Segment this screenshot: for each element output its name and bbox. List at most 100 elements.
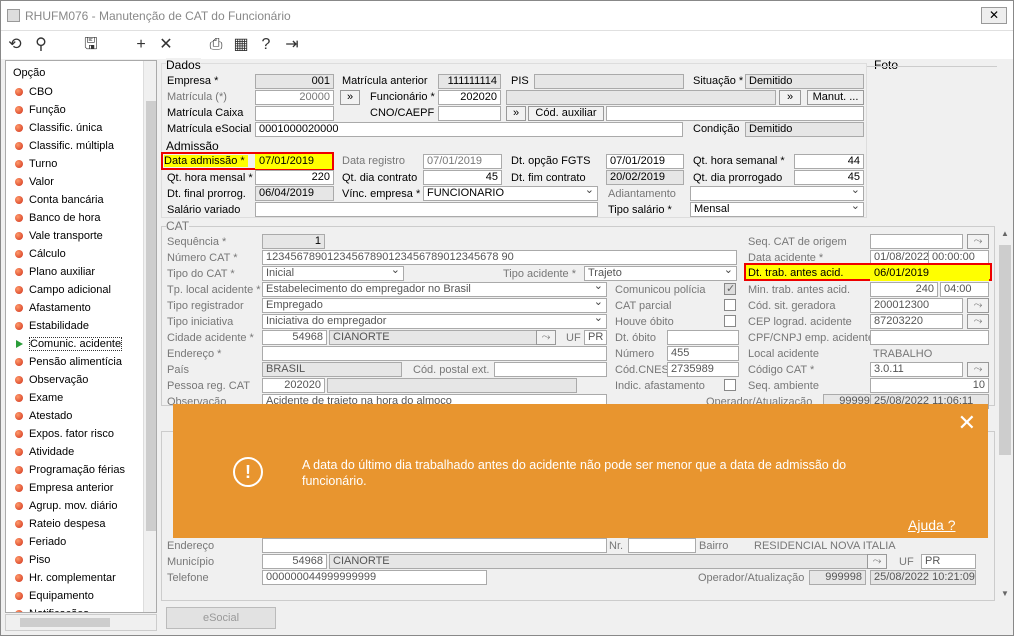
tipo-iniciativa-select[interactable]: Iniciativa do empregador <box>262 314 607 329</box>
qt-dia-contrato-field[interactable]: 45 <box>423 170 502 185</box>
sidebar-item[interactable]: Expos. fator risco <box>6 425 156 443</box>
seq-origem-lookup-icon[interactable]: ⤳ <box>967 234 989 249</box>
houve-obito-checkbox[interactable] <box>724 315 736 327</box>
funcionario-name-field[interactable] <box>506 90 776 105</box>
tipo-cat-select[interactable]: Inicial <box>262 266 404 281</box>
sidebar-item[interactable]: Programação férias <box>6 461 156 479</box>
matricula-field[interactable]: 20000 <box>255 90 334 105</box>
save-icon[interactable]: 🖫 <box>81 35 101 55</box>
tp-local-select[interactable]: Estabelecimento do empregador no Brasil <box>262 282 607 297</box>
dt-final-prorrog-field[interactable]: 06/04/2019 <box>255 186 334 201</box>
sidebar-item[interactable]: Feriado <box>6 533 156 551</box>
min-hora-field[interactable]: 04:00 <box>940 282 989 297</box>
situacao-field[interactable]: Demitido <box>745 74 864 89</box>
sidebar-item[interactable]: Cálculo <box>6 245 156 263</box>
data-admissao-field[interactable]: 07/01/2019 <box>255 154 332 169</box>
cep-field[interactable]: 87203220 <box>870 314 963 329</box>
cod-auxiliar-field[interactable] <box>606 106 864 121</box>
numero-cat-field[interactable]: 12345678901234567890123456789012345678 9… <box>262 250 737 265</box>
sidebar-item[interactable]: Pensão alimentícia <box>6 353 156 371</box>
pais-field[interactable]: BRASIL <box>262 362 402 377</box>
sidebar-item[interactable]: Banco de hora <box>6 209 156 227</box>
exit-icon[interactable]: ⇥ <box>282 35 302 55</box>
funcionario-lookup-button[interactable]: » <box>779 90 801 105</box>
main-scrollbar[interactable]: ▲ ▼ <box>997 225 1013 605</box>
print-icon[interactable]: ⎙ <box>206 35 226 55</box>
dt-trab-field[interactable]: 06/01/2019 <box>870 266 989 281</box>
matricula-esocial-field[interactable]: 0001000020000 <box>255 122 683 137</box>
sidebar-item[interactable]: Classific. múltipla <box>6 137 156 155</box>
cidade-lookup-icon[interactable]: ⤳ <box>536 330 556 345</box>
endereco-field[interactable] <box>262 346 607 361</box>
adiantamento-select[interactable] <box>690 186 864 201</box>
close-window-button[interactable]: ✕ <box>981 7 1007 24</box>
cod-sit-lookup-icon[interactable]: ⤳ <box>967 298 989 313</box>
min-trab-field[interactable]: 240 <box>870 282 938 297</box>
sequencia-field[interactable]: 1 <box>262 234 325 249</box>
add-icon[interactable]: + <box>131 35 151 55</box>
manut-button[interactable]: Manut. ... <box>807 90 864 105</box>
sidebar-item[interactable]: Comunic. acidente <box>6 335 156 353</box>
toast-close-icon[interactable]: ✕ <box>958 410 976 436</box>
cod-auxiliar-button[interactable]: Cód. auxiliar <box>528 106 604 121</box>
esocial-button[interactable]: eSocial <box>166 607 276 629</box>
sidebar-scrollbar[interactable] <box>143 61 156 612</box>
refresh-icon[interactable]: ⟲ <box>5 35 25 55</box>
sidebar-item[interactable]: Piso <box>6 551 156 569</box>
salario-variado-field[interactable] <box>255 202 598 217</box>
codigo-cat-lookup-icon[interactable]: ⤳ <box>967 362 989 377</box>
cno-lookup-button[interactable]: » <box>506 106 526 121</box>
sidebar-item[interactable]: Valor <box>6 173 156 191</box>
qt-hora-semanal-field[interactable]: 44 <box>794 154 864 169</box>
empresa-field[interactable]: 001 <box>255 74 334 89</box>
sidebar-item[interactable]: Equipamento <box>6 587 156 605</box>
help-icon[interactable]: ? <box>256 35 276 55</box>
cno-field[interactable] <box>438 106 501 121</box>
indic-afastamento-checkbox[interactable] <box>724 379 736 391</box>
cat-parcial-checkbox[interactable] <box>724 299 736 311</box>
dt-obito-field[interactable] <box>667 330 739 345</box>
lower-operador-field[interactable]: 999998 <box>809 570 866 585</box>
funcionario-field[interactable]: 202020 <box>438 90 501 105</box>
pessoa-reg-field[interactable]: 202020 <box>262 378 325 393</box>
sidebar-hscrollbar[interactable] <box>5 614 157 631</box>
lower-nr-field[interactable] <box>628 538 696 553</box>
comunicou-policia-checkbox[interactable] <box>724 282 736 295</box>
sidebar-item[interactable]: Função <box>6 101 156 119</box>
sidebar-item[interactable]: Hr. complementar <box>6 569 156 587</box>
sidebar-item[interactable]: Afastamento <box>6 299 156 317</box>
cod-postal-field[interactable] <box>494 362 607 377</box>
search-icon[interactable]: ⚲ <box>31 35 51 55</box>
lower-municipio-lookup-icon[interactable]: ⤳ <box>867 554 887 569</box>
matricula-caixa-field[interactable] <box>255 106 334 121</box>
uf-field[interactable]: PR <box>584 330 607 345</box>
matricula-lookup-button[interactable]: » <box>340 90 360 105</box>
delete-icon[interactable]: ✕ <box>156 35 176 55</box>
sidebar-item[interactable]: Vale transporte <box>6 227 156 245</box>
calendar-icon[interactable]: ▦ <box>231 35 251 55</box>
toast-help-link[interactable]: Ajuda ? <box>908 517 955 533</box>
cep-lookup-icon[interactable]: ⤳ <box>967 314 989 329</box>
sidebar-item[interactable]: Empresa anterior <box>6 479 156 497</box>
vinc-empresa-select[interactable]: FUNCIONARIO <box>423 186 598 201</box>
cidade-code-field[interactable]: 54968 <box>262 330 327 345</box>
pessoa-name-field[interactable] <box>327 378 577 393</box>
telefone-field[interactable]: 000000044999999999 <box>262 570 487 585</box>
sidebar-item[interactable]: Rateio despesa <box>6 515 156 533</box>
sidebar-item[interactable]: Atestado <box>6 407 156 425</box>
sidebar-item[interactable]: Atividade <box>6 443 156 461</box>
condicao-field[interactable]: Demitido <box>745 122 864 137</box>
sidebar-item[interactable]: Exame <box>6 389 156 407</box>
sidebar-item[interactable]: Campo adicional <box>6 281 156 299</box>
qt-hora-mensal-field[interactable]: 220 <box>255 170 334 185</box>
sidebar-item[interactable]: Turno <box>6 155 156 173</box>
qt-dia-prorrogado-field[interactable]: 45 <box>794 170 864 185</box>
cidade-name-field[interactable]: CIANORTE <box>329 330 555 345</box>
sidebar-item[interactable]: Conta bancária <box>6 191 156 209</box>
lower-municipio-code[interactable]: 54968 <box>262 554 327 569</box>
seq-origem-field[interactable] <box>870 234 963 249</box>
sidebar-item[interactable]: Classific. única <box>6 119 156 137</box>
matricula-anterior-field[interactable]: 111111114 <box>438 74 501 89</box>
numero-field[interactable]: 455 <box>667 346 739 361</box>
pis-field[interactable] <box>534 74 684 89</box>
